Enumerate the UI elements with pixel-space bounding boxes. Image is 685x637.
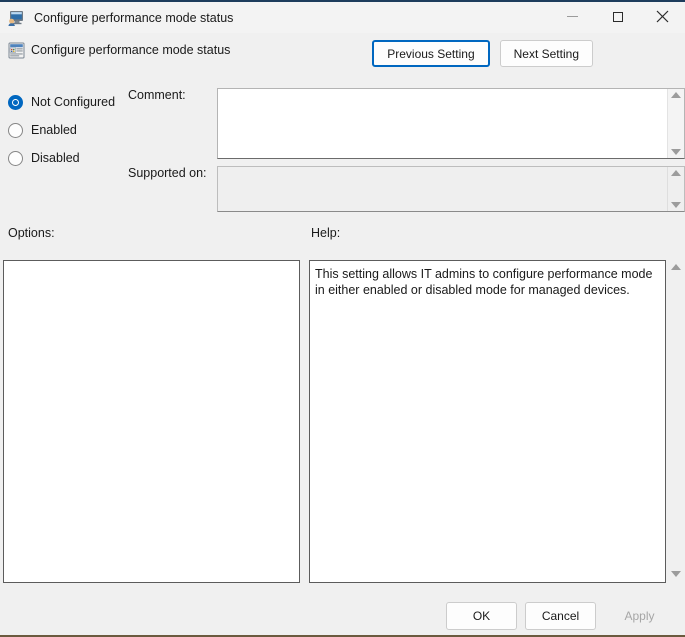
ok-button[interactable]: OK [446,602,517,630]
window-controls [550,1,685,34]
options-panel[interactable] [3,260,300,583]
minimize-button[interactable] [550,1,595,32]
help-panel: This setting allows IT admins to configu… [309,260,685,583]
setting-header: Configure performance mode status Previo… [0,36,685,72]
radio-indicator-selected [8,94,23,110]
radio-label-enabled: Enabled [31,123,77,137]
options-label: Options: [8,226,55,240]
navigation-buttons: Previous Setting Next Setting [372,40,593,67]
maximize-button[interactable] [595,1,640,32]
radio-indicator-unselected [8,122,23,138]
apply-button: Apply [604,602,675,630]
supported-on-label: Supported on: [128,166,207,180]
radio-label-not-configured: Not Configured [31,95,116,109]
radio-indicator-unselected [8,150,23,166]
next-setting-button[interactable]: Next Setting [499,40,593,67]
title-bar: Configure performance mode status [0,0,685,33]
help-label: Help: [311,226,341,240]
supported-on-value [218,167,667,211]
help-text: This setting allows IT admins to configu… [315,267,656,297]
scroll-down-icon[interactable] [671,202,681,208]
previous-setting-button[interactable]: Previous Setting [372,40,490,67]
help-textbox[interactable]: This setting allows IT admins to configu… [309,260,666,583]
policy-setting-icon [7,41,26,60]
radio-label-disabled: Disabled [31,151,80,165]
comment-scrollbar[interactable] [667,89,684,158]
setting-title: Configure performance mode status [31,43,231,57]
maximize-icon [612,11,623,22]
comment-label: Comment: [128,88,186,102]
scroll-down-icon[interactable] [670,571,681,577]
comment-field[interactable] [217,88,685,159]
radio-not-configured[interactable]: Not Configured [8,88,128,116]
scroll-down-icon[interactable] [671,149,681,155]
scroll-up-icon[interactable] [671,170,681,176]
window-title: Configure performance mode status [34,10,234,25]
supported-on-scrollbar[interactable] [667,167,684,211]
radio-enabled[interactable]: Enabled [8,116,128,144]
computer-user-icon [7,9,25,27]
dialog-footer: OK Cancel Apply [0,602,685,630]
scroll-up-icon[interactable] [670,264,681,270]
close-button[interactable] [640,1,685,32]
cancel-button[interactable]: Cancel [525,602,596,630]
scroll-up-icon[interactable] [671,92,681,98]
radio-disabled[interactable]: Disabled [8,144,128,172]
state-radio-group: Not Configured Enabled Disabled [8,88,128,172]
supported-on-field [217,166,685,212]
comment-input[interactable] [218,89,667,158]
help-scrollbar[interactable] [666,260,685,583]
close-icon [656,10,669,23]
minimize-icon [567,16,578,17]
